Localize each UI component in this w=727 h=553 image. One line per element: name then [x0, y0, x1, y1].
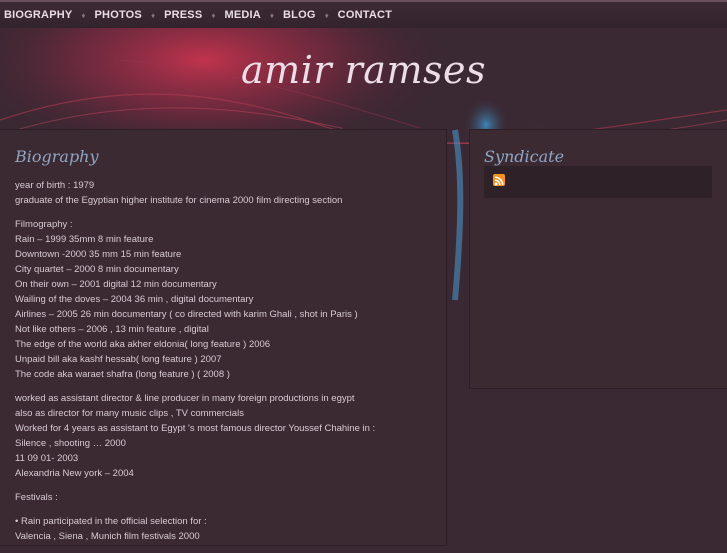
- bio-line: Worked for 4 years as assistant to Egypt…: [15, 423, 376, 434]
- bio-line: • Rain participated in the official sele…: [15, 516, 207, 527]
- bio-paragraph: Filmography : Rain – 1999 35mm 8 min feat…: [15, 217, 435, 382]
- nav-contact[interactable]: CONTACT: [338, 9, 392, 21]
- nav-biography[interactable]: BIOGRAPHY: [4, 9, 72, 21]
- bio-line: Airlines – 2005 26 min documentary ( co …: [15, 309, 358, 320]
- page-heading: Biography: [15, 147, 99, 166]
- bio-paragraph: Festivals :: [15, 490, 435, 505]
- bio-line: year of birth : 1979: [15, 180, 95, 191]
- biography-text: year of birth : 1979 graduate of the Egyp…: [15, 178, 435, 553]
- nav-blog[interactable]: BLOG: [283, 9, 316, 21]
- bio-line: Filmography :: [15, 219, 73, 230]
- bio-paragraph: year of birth : 1979 graduate of the Egyp…: [15, 178, 435, 208]
- sidebar-panel: Syndicate: [470, 130, 727, 388]
- bio-line: worked as assistant director & line prod…: [15, 393, 355, 404]
- bio-line: Festivals :: [15, 492, 58, 503]
- bio-line: On their own – 2001 digital 12 min docum…: [15, 279, 217, 290]
- bio-line: Silence , shooting … 2000: [15, 438, 126, 449]
- nav-separator: ♦: [211, 10, 216, 20]
- nav-media[interactable]: MEDIA: [224, 9, 260, 21]
- nav-press[interactable]: PRESS: [164, 9, 202, 21]
- rss-icon[interactable]: [493, 174, 505, 186]
- bio-line: graduate of the Egyptian higher institut…: [15, 195, 343, 206]
- nav-separator: ♦: [324, 10, 329, 20]
- bio-line: Alexandria New york – 2004: [15, 468, 134, 479]
- bio-paragraph: worked as assistant director & line prod…: [15, 391, 435, 481]
- site-title: amir ramses: [241, 48, 486, 92]
- bio-line: Rain – 1999 35mm 8 min feature: [15, 234, 154, 245]
- bio-line: City quartet – 2000 8 min documentary: [15, 264, 179, 275]
- nav-photos[interactable]: PHOTOS: [95, 9, 142, 21]
- nav-separator: ♦: [150, 10, 156, 20]
- bio-line: 11 09 01- 2003: [15, 453, 79, 464]
- bio-line: Unpaid bill aka kashf hessab( long featu…: [15, 354, 222, 365]
- nav-separator: ♦: [269, 10, 274, 20]
- main-content-panel: Biography year of birth : 1979 graduate o…: [0, 130, 446, 545]
- bio-line: also as director for many music clips , …: [15, 408, 244, 419]
- bio-line: Wailing of the doves – 2004 36 min , dig…: [15, 294, 254, 305]
- bio-line: Valencia , Siena , Munich film festivals…: [15, 531, 200, 542]
- bio-paragraph: • Rain participated in the official sele…: [15, 514, 435, 544]
- bio-line: Not like others – 2006 , 13 min feature …: [15, 324, 209, 335]
- sidebar-heading: Syndicate: [484, 147, 565, 166]
- syndicate-box: [484, 166, 712, 198]
- top-navigation: BIOGRAPHY ♦ PHOTOS ♦ PRESS ♦ MEDIA ♦ BLO…: [0, 0, 727, 28]
- bio-line: The edge of the world aka akher eldonia(…: [15, 339, 271, 350]
- nav-separator: ♦: [81, 10, 86, 20]
- bio-line: The code aka waraet shafra (long feature…: [15, 369, 230, 380]
- bio-line: Downtown -2000 35 mm 15 min feature: [15, 249, 182, 260]
